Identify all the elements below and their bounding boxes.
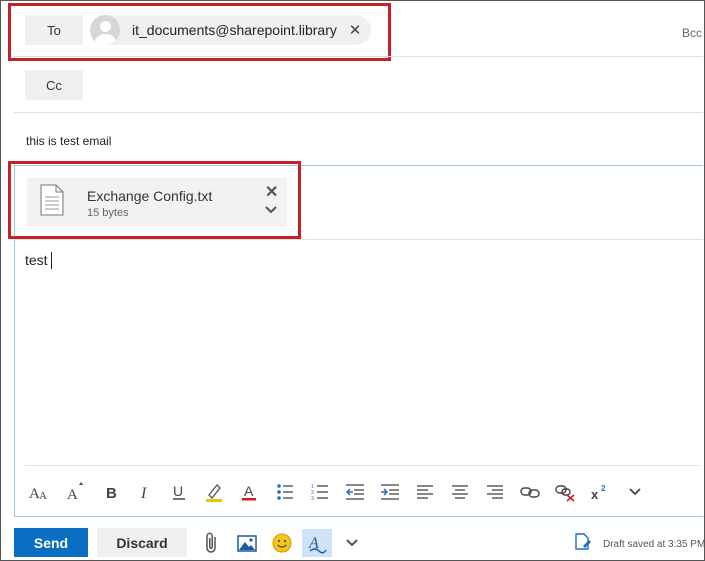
divider <box>14 56 703 57</box>
cc-button[interactable]: Cc <box>25 70 83 100</box>
attachment-name: Exchange Config.txt <box>87 188 213 204</box>
align-left-icon[interactable] <box>410 479 440 505</box>
divider <box>25 465 699 466</box>
insert-picture-icon[interactable] <box>234 530 260 556</box>
svg-text:U: U <box>173 483 183 499</box>
highlight-icon[interactable] <box>199 479 229 505</box>
align-right-icon[interactable] <box>480 479 510 505</box>
file-icon <box>40 184 64 216</box>
italic-icon[interactable]: I <box>130 479 160 505</box>
svg-text:A: A <box>39 490 47 502</box>
text-cursor <box>51 252 52 269</box>
draft-status: Draft saved at 3:35 PM <box>603 539 705 550</box>
emoji-icon[interactable] <box>269 530 295 556</box>
svg-text:x: x <box>591 487 599 502</box>
to-button[interactable]: To <box>25 15 83 45</box>
bcc-link[interactable]: Bcc <box>682 26 702 40</box>
divider <box>14 112 703 113</box>
font-color-icon[interactable]: A <box>234 479 264 505</box>
font-icon[interactable]: AA <box>25 479 55 505</box>
svg-text:B: B <box>106 485 117 502</box>
subject-field[interactable]: this is test email <box>26 134 111 148</box>
chevron-down-icon[interactable] <box>264 203 278 217</box>
attachment-card[interactable]: Exchange Config.txt 15 bytes ✕ <box>27 178 287 227</box>
remove-attachment-icon[interactable]: ✕ <box>265 182 278 202</box>
underline-icon[interactable]: U <box>164 479 194 505</box>
discard-button[interactable]: Discard <box>97 528 187 557</box>
draft-saved-icon <box>575 533 591 550</box>
remove-link-icon[interactable] <box>550 479 580 505</box>
increase-indent-icon[interactable] <box>375 479 405 505</box>
body-text[interactable]: test <box>25 252 48 268</box>
recipient-chip[interactable]: it_documents@sharepoint.library ✕ <box>90 15 371 45</box>
svg-text:I: I <box>140 485 147 502</box>
insert-link-icon[interactable] <box>515 479 545 505</box>
svg-text:A: A <box>67 487 78 502</box>
remove-recipient-icon[interactable]: ✕ <box>344 21 366 39</box>
attach-icon[interactable] <box>199 530 225 556</box>
svg-text:3: 3 <box>311 496 314 502</box>
send-button[interactable]: Send <box>14 528 88 557</box>
bold-icon[interactable]: B <box>96 479 126 505</box>
numbering-icon[interactable]: 123 <box>305 479 335 505</box>
divider <box>14 239 703 240</box>
svg-text:A: A <box>244 483 254 499</box>
more-chevron-icon[interactable] <box>339 530 365 556</box>
recipient-address: it_documents@sharepoint.library <box>132 22 337 38</box>
align-center-icon[interactable] <box>445 479 475 505</box>
svg-text:2: 2 <box>601 484 606 493</box>
font-size-icon[interactable]: A <box>60 479 90 505</box>
bullets-icon[interactable] <box>270 479 300 505</box>
more-options-icon[interactable] <box>620 479 650 505</box>
superscript-icon[interactable]: x2 <box>585 479 615 505</box>
decrease-indent-icon[interactable] <box>340 479 370 505</box>
attachment-size: 15 bytes <box>87 207 129 219</box>
avatar <box>90 15 120 45</box>
editor-icon[interactable]: A <box>302 529 332 557</box>
